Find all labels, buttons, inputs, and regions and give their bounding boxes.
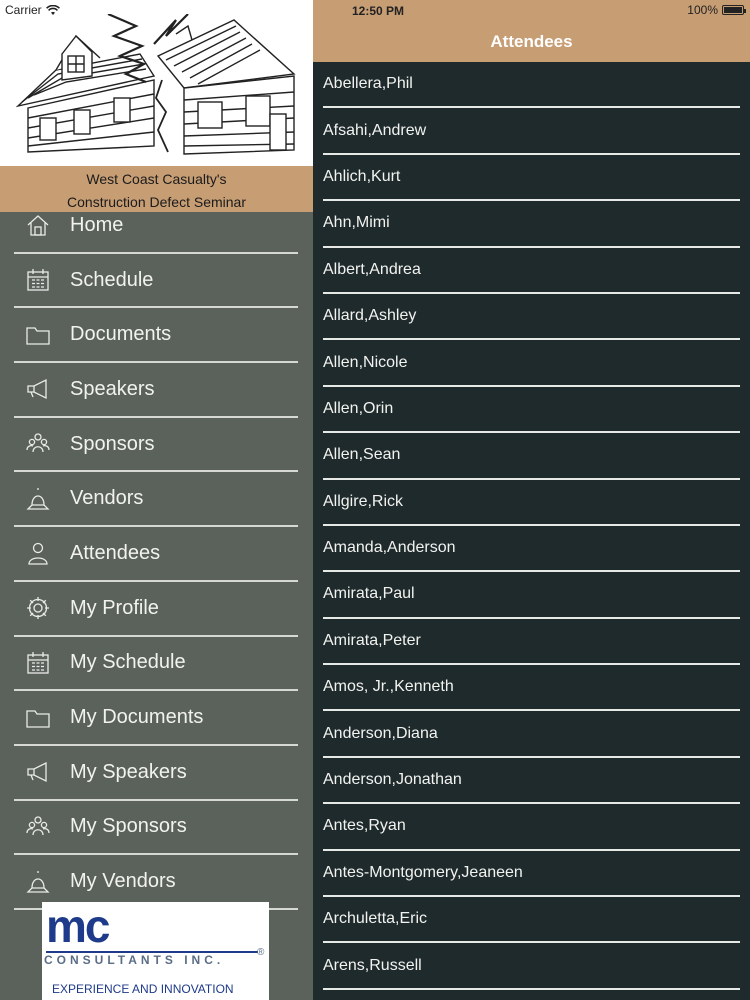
sidebar-item-label: Speakers [70, 377, 155, 400]
attendee-name: Allen,Sean [323, 446, 401, 464]
attendee-row[interactable]: Afsahi,Andrew [323, 108, 740, 155]
sponsor-logo-tagline: EXPERIENCE AND INNOVATION [52, 982, 234, 996]
attendee-row[interactable]: Archuletta,Eric [323, 897, 740, 944]
gear-icon [14, 581, 66, 635]
sidebar-item-label: Sponsors [70, 432, 155, 455]
attendee-row[interactable]: Amirata,Paul [323, 572, 740, 619]
sidebar-item-label: My Sponsors [70, 815, 187, 838]
attendee-row[interactable]: Amos, Jr.,Kenneth [323, 665, 740, 712]
attendee-name: Ahlich,Kurt [323, 167, 401, 185]
megaphone-icon [14, 362, 66, 416]
sidebar-item-label: My Schedule [70, 651, 186, 674]
sidebar-item-my-schedule[interactable]: My Schedule [14, 637, 298, 692]
sidebar-item-speakers[interactable]: Speakers [14, 363, 298, 418]
person-icon [14, 526, 66, 580]
attendee-row[interactable]: Anderson,Diana [323, 711, 740, 758]
sidebar-item-label: My Vendors [70, 870, 176, 893]
calendar-icon [14, 636, 66, 690]
sidebar-item-documents[interactable]: Documents [14, 308, 298, 364]
sidebar-item-attendees[interactable]: Attendees [14, 527, 298, 582]
sidebar-item-my-documents[interactable]: My Documents [14, 691, 298, 746]
attendee-row[interactable]: Antes,Ryan [323, 804, 740, 851]
attendee-row[interactable]: Allgire,Rick [323, 480, 740, 526]
attendee-row[interactable]: Albert,Andrea [323, 248, 740, 294]
sidebar: Carrier West Coast Casualty's Constructi… [0, 0, 313, 1000]
battery-icon [722, 5, 746, 15]
bell-icon [14, 472, 66, 526]
attendee-name: Anderson,Jonathan [323, 771, 462, 789]
attendee-row[interactable]: Allen,Nicole [323, 340, 740, 387]
attendee-row[interactable]: Arens,Russell [323, 943, 740, 990]
status-time: 12:50 PM [351, 4, 405, 18]
sidebar-menu: Home Schedule Documents Speakers Sponsors Ven… [14, 199, 298, 910]
attendee-name: Allgire,Rick [323, 492, 404, 510]
attendee-row[interactable]: Amirata,Peter [323, 619, 740, 666]
sponsor-logo-mark: mc [46, 900, 111, 952]
sidebar-item-vendors[interactable]: Vendors [14, 472, 298, 528]
group-icon [14, 417, 66, 471]
attendee-name: Arens,Russell [323, 956, 422, 974]
attendee-name: Amanda,Anderson [323, 539, 456, 557]
attendee-name: Amos, Jr.,Kenneth [323, 678, 454, 696]
attendee-name: Ahn,Mimi [323, 214, 390, 232]
attendees-panel: 12:50 PM 100% Attendees Abellera,Phil Afs… [313, 0, 750, 1000]
sidebar-item-label: My Speakers [70, 760, 187, 783]
attendee-row[interactable]: Antes-Montgomery,Jeaneen [323, 851, 740, 898]
attendee-name: Albert,Andrea [323, 260, 421, 278]
attendee-row[interactable]: Allen,Sean [323, 433, 740, 480]
attendee-row[interactable]: Abellera,Phil [323, 62, 740, 109]
attendee-name: Allen,Orin [323, 399, 394, 417]
seminar-title-line1: West Coast Casualty's [86, 171, 227, 187]
panel-header: 12:50 PM 100% Attendees [313, 0, 750, 62]
attendee-list[interactable]: Abellera,Phil Afsahi,Andrew Ahlich,Kurt Ahn… [323, 62, 740, 990]
sidebar-item-sponsors[interactable]: Sponsors [14, 418, 298, 473]
sidebar-header: Carrier [0, 0, 313, 166]
attendee-row[interactable]: Anderson,Jonathan [323, 758, 740, 805]
page-title: Attendees [490, 32, 573, 51]
status-battery: 100% [687, 3, 746, 17]
sidebar-item-label: My Documents [70, 706, 204, 729]
attendee-name: Allard,Ashley [323, 307, 417, 325]
sidebar-item-my-speakers[interactable]: My Speakers [14, 746, 298, 801]
sponsor-logo-registered: ® [257, 947, 265, 958]
sidebar-item-label: My Profile [70, 596, 159, 619]
attendee-row[interactable]: Ahn,Mimi [323, 201, 740, 248]
megaphone-icon [14, 745, 66, 799]
folder-icon [14, 691, 66, 745]
attendee-name: Afsahi,Andrew [323, 121, 427, 139]
sidebar-item-label: Documents [70, 323, 172, 346]
folder-icon [14, 308, 66, 362]
battery-percent: 100% [687, 3, 718, 17]
house-illustration [16, 14, 296, 155]
attendee-name: Anderson,Diana [323, 724, 438, 742]
attendee-name: Archuletta,Eric [323, 910, 428, 928]
sidebar-item-label: Home [70, 213, 124, 236]
attendee-name: Antes-Montgomery,Jeaneen [323, 863, 523, 881]
sidebar-item-label: Vendors [70, 487, 144, 510]
sidebar-item-schedule[interactable]: Schedule [14, 254, 298, 309]
attendee-name: Antes,Ryan [323, 817, 406, 835]
sponsor-logo: mc CONSULTANTS INC. ® EXPERIENCE AND INN… [42, 902, 269, 1000]
group-icon [14, 800, 66, 854]
sidebar-item-home[interactable]: Home [14, 199, 298, 254]
attendee-name: Allen,Nicole [323, 353, 408, 371]
attendee-row[interactable]: Allard,Ashley [323, 294, 740, 341]
home-icon [14, 198, 66, 252]
sidebar-item-label: Schedule [70, 268, 154, 291]
attendee-row[interactable]: Amanda,Anderson [323, 526, 740, 573]
calendar-icon [14, 253, 66, 307]
sidebar-item-label: Attendees [70, 541, 161, 564]
sidebar-item-my-profile[interactable]: My Profile [14, 582, 298, 637]
attendee-row[interactable]: Allen,Orin [323, 387, 740, 434]
attendee-name: Amirata,Peter [323, 631, 421, 649]
sponsor-logo-name: CONSULTANTS INC. [44, 953, 225, 967]
attendee-name: Amirata,Paul [323, 585, 415, 603]
sidebar-item-my-sponsors[interactable]: My Sponsors [14, 801, 298, 856]
attendee-name: Abellera,Phil [323, 75, 413, 93]
attendee-row[interactable]: Ahlich,Kurt [323, 155, 740, 202]
